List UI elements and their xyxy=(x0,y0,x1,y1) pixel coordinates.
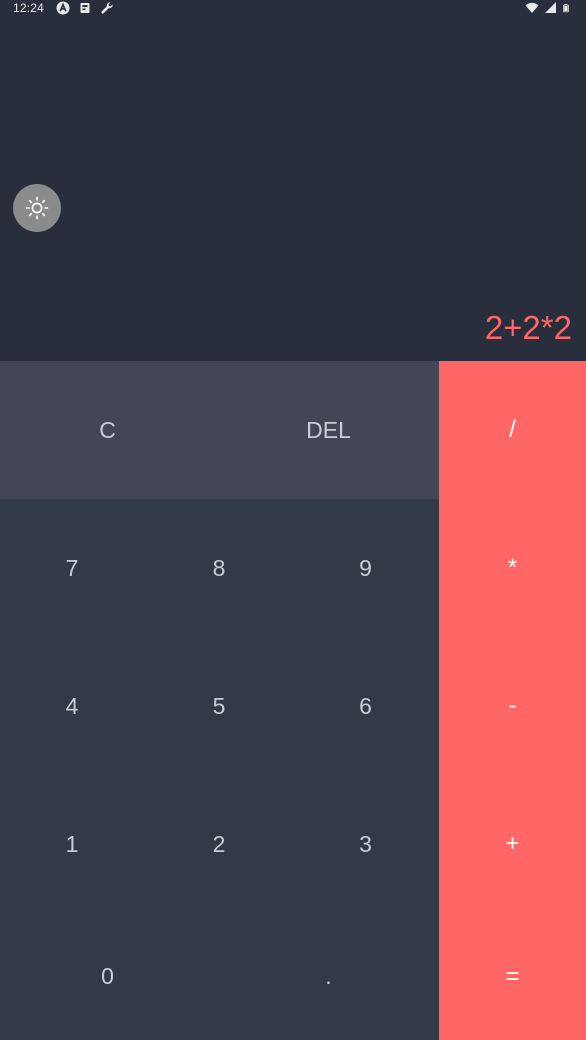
operator-column: / * - + = xyxy=(439,361,586,1040)
digit-label: 4 xyxy=(65,692,79,719)
digit-5-button[interactable]: 5 xyxy=(146,637,292,775)
divide-button[interactable]: / xyxy=(439,361,586,499)
digit-label: 9 xyxy=(359,554,372,581)
calculator-screen: 12:24 2+2*2 C DEL 7 8 9 4 5 6 1 2 3 0 . … xyxy=(0,0,586,1040)
clear-button-label: C xyxy=(99,416,116,443)
signal-icon xyxy=(545,2,556,13)
wrench-icon xyxy=(101,2,113,14)
digit-label: 1 xyxy=(65,830,79,857)
digit-7-button[interactable]: 7 xyxy=(0,499,144,637)
status-right-icons xyxy=(525,1,572,15)
notification-icon xyxy=(80,3,90,13)
sun-icon xyxy=(25,196,49,220)
display-area: 2+2*2 xyxy=(0,16,586,361)
keypad: C DEL 7 8 9 4 5 6 1 2 3 0 . / * - + = xyxy=(0,361,586,1040)
digit-label: 0 xyxy=(101,963,114,989)
app-a-icon xyxy=(56,1,70,15)
clear-button[interactable]: C xyxy=(0,361,215,499)
digit-1-button[interactable]: 1 xyxy=(0,775,144,913)
digit-8-button[interactable]: 8 xyxy=(146,499,292,637)
digit-2-button[interactable]: 2 xyxy=(146,775,292,913)
function-row: C DEL xyxy=(0,361,439,499)
digit-label: 3 xyxy=(359,830,372,857)
digit-9-button[interactable]: 9 xyxy=(292,499,439,637)
delete-button-label: DEL xyxy=(306,416,351,443)
digit-label: 2 xyxy=(212,830,226,857)
operator-label: * xyxy=(507,554,518,581)
digit-3-button[interactable]: 3 xyxy=(292,775,439,913)
digit-0-button[interactable]: 0 xyxy=(0,913,215,1040)
operator-label: / xyxy=(509,416,516,443)
expression-display: 2+2*2 xyxy=(484,309,572,346)
number-pad: 7 8 9 4 5 6 1 2 3 0 . xyxy=(0,499,439,1040)
digit-label: 7 xyxy=(65,554,79,581)
status-time: 12:24 xyxy=(13,1,45,15)
delete-button[interactable]: DEL xyxy=(218,361,439,499)
theme-toggle-button[interactable] xyxy=(13,184,61,232)
decimal-point-button[interactable]: . xyxy=(218,913,439,1040)
add-button[interactable]: + xyxy=(439,775,586,913)
wifi-icon xyxy=(525,2,539,13)
digit-label: 8 xyxy=(212,554,226,581)
subtract-button[interactable]: - xyxy=(439,637,586,775)
multiply-button[interactable]: * xyxy=(439,499,586,637)
digit-label: 5 xyxy=(212,692,226,719)
decimal-point-label: . xyxy=(325,963,332,989)
digit-4-button[interactable]: 4 xyxy=(0,637,144,775)
digit-6-button[interactable]: 6 xyxy=(292,637,439,775)
operator-label: + xyxy=(505,830,520,857)
status-left-icons xyxy=(56,1,114,15)
digit-label: 6 xyxy=(359,692,372,719)
operator-label: = xyxy=(505,962,520,990)
operator-label: - xyxy=(508,692,517,719)
equals-button[interactable]: = xyxy=(439,913,586,1040)
status-bar: 12:24 xyxy=(0,0,586,16)
battery-icon xyxy=(563,4,569,13)
